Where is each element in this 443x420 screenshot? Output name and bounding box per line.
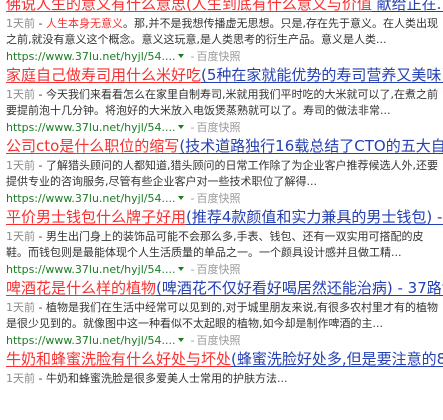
snapshot-link[interactable]: 百度快照	[196, 192, 240, 205]
search-result-item: 啤酒花是什么样的植物(啤酒花不仅好看好喝居然还能治病) - 37路博客 1天前 …	[6, 278, 443, 349]
result-title-link[interactable]: 公司cto是什么职位的缩写(技术道路独行16载总结了CTO的五大自我...	[6, 136, 443, 157]
result-title-link[interactable]: 平价男士钱包什么牌子好用(推荐4款颜值和实力兼具的男士钱包) - ...	[6, 207, 443, 228]
result-url[interactable]: https://www.37lu.net/hyjl/54....	[6, 121, 175, 134]
abstract-text: - 了解猎头顾问的人都知道,猎头顾问的日常工作除了为企业客户推荐候选人外,还要提…	[6, 159, 438, 188]
title-highlight: 啤酒花是什么样的植物	[6, 279, 157, 297]
result-title-link[interactable]: 家庭自己做寿司用什么米好吃(5种在家就能优势的寿司营养又美味) -	[6, 65, 443, 86]
title-rest: (技术道路独行16载总结了CTO的五大自我...	[179, 137, 443, 155]
result-abstract: 1天前 - 了解猎头顾问的人都知道,猎头顾问的日常工作除了为企业客户推荐候选人外…	[6, 158, 443, 190]
title-highlight: 平价男士钱包什么牌子好用	[6, 208, 187, 226]
separator: -	[190, 334, 195, 347]
result-url[interactable]: https://www.37lu.net/hyjl/54....	[6, 334, 175, 347]
abstract-text: - 牛奶和蜂蜜洗脸是很多爱美人士常用的护肤方法...	[35, 372, 288, 385]
snapshot-link[interactable]: 百度快照	[196, 50, 240, 63]
result-source-line: https://www.37lu.net/hyjl/54.... - 百度快照	[6, 49, 443, 64]
search-result-item: 平价男士钱包什么牌子好用(推荐4款颜值和实力兼具的男士钱包) - ... 1天前…	[6, 207, 443, 278]
chevron-down-icon[interactable]	[178, 196, 185, 200]
separator: -	[190, 263, 195, 276]
search-results-list: 佛说人生的意义有什么意思(人生到底有什么意义与价值 献给正在... 1天前 - …	[6, 0, 443, 420]
result-source-line: https://www.37lu.net/hyjl/54.... - 百度快照	[6, 120, 443, 135]
title-rest: 献给正在...	[376, 0, 443, 13]
separator: -	[190, 192, 195, 205]
result-url[interactable]: https://www.37lu.net/hyjl/54....	[6, 50, 175, 63]
abstract-text: -	[35, 17, 46, 30]
result-abstract: 1天前 - 人生本身无意义。那,并不是我想传播虚无思想。只是,存在先于意义。在人…	[6, 16, 443, 48]
title-highlight: 牛奶和蜂蜜洗脸有什么好处与坏处	[6, 350, 232, 368]
title-rest: (推荐4款颜值和实力兼具的男士钱包) - ...	[186, 208, 443, 226]
title-highlight: 家庭自己做寿司用什么米好吃	[6, 66, 202, 84]
result-title-link[interactable]: 牛奶和蜂蜜洗脸有什么好处与坏处(蜂蜜洗脸好处多,但是要注意的8个...	[6, 349, 443, 370]
result-time: 1天前	[6, 301, 35, 314]
result-time: 1天前	[6, 88, 35, 101]
result-abstract: 1天前 - 男生出门身上的装饰品可能不会那么多,手表、钱包、还有一双实用可搭配的…	[6, 229, 443, 261]
separator: -	[190, 50, 195, 63]
result-source-line: https://www.37lu.net/hyjl/54.... - 百度快照	[6, 333, 443, 348]
result-abstract: 1天前 - 今天我们来看看怎么在家里自制寿司,米就用我们平时吃的大米就可以了,在…	[6, 87, 443, 119]
result-title-link[interactable]: 佛说人生的意义有什么意思(人生到底有什么意义与价值 献给正在...	[6, 0, 443, 15]
title-rest: (啤酒花不仅好看好喝居然还能治病) - 37路博客	[156, 279, 443, 297]
result-title-link[interactable]: 啤酒花是什么样的植物(啤酒花不仅好看好喝居然还能治病) - 37路博客	[6, 278, 443, 299]
result-url[interactable]: https://www.37lu.net/hyjl/54....	[6, 263, 175, 276]
abstract-text: - 今天我们来看看怎么在家里自制寿司,米就用我们平时吃的大米就可以了,在煮之前要…	[6, 88, 438, 117]
chevron-down-icon[interactable]	[178, 125, 185, 129]
result-url[interactable]: https://www.37lu.net/hyjl/54....	[6, 192, 175, 205]
search-result-item: 佛说人生的意义有什么意思(人生到底有什么意义与价值 献给正在... 1天前 - …	[6, 0, 443, 65]
chevron-down-icon[interactable]	[178, 338, 185, 342]
result-time: 1天前	[6, 372, 35, 385]
chevron-down-icon[interactable]	[178, 267, 185, 271]
search-result-item: 公司cto是什么职位的缩写(技术道路独行16载总结了CTO的五大自我... 1天…	[6, 136, 443, 207]
search-result-item: 牛奶和蜂蜜洗脸有什么好处与坏处(蜂蜜洗脸好处多,但是要注意的8个... 1天前 …	[6, 349, 443, 420]
snapshot-link[interactable]: 百度快照	[196, 334, 240, 347]
snapshot-link[interactable]: 百度快照	[196, 121, 240, 134]
result-source-line: https://www.37lu.net/hyjl/54.... - 百度快照	[6, 262, 443, 277]
result-time: 1天前	[6, 159, 35, 172]
result-source-line: https://www.37lu.net/hyjl/54.... - 百度快照	[6, 191, 443, 206]
title-highlight: 公司cto是什么职位的缩写	[6, 137, 180, 155]
search-result-item: 家庭自己做寿司用什么米好吃(5种在家就能优势的寿司营养又美味) - 1天前 - …	[6, 65, 443, 136]
result-abstract: 1天前 - 植物是我们在生活中经常可以见到的,对于城里朋友来说,有很多农村里才有…	[6, 300, 443, 332]
result-time: 1天前	[6, 17, 35, 30]
separator: -	[190, 121, 195, 134]
title-highlight: 佛说人生的意义有什么意思(人生到底有什么意义与价值	[6, 0, 372, 13]
abstract-text: - 男生出门身上的装饰品可能不会那么多,手表、钱包、还有一双实用可搭配的皮鞋。而…	[6, 230, 424, 259]
result-time: 1天前	[6, 230, 35, 243]
abstract-highlight: 人生本身无意义	[45, 17, 123, 30]
abstract-text: - 植物是我们在生活中经常可以见到的,对于城里朋友来说,有很多农村里才有的植物是…	[6, 301, 438, 330]
title-rest: (5种在家就能优势的寿司营养又美味) -	[201, 66, 443, 84]
snapshot-link[interactable]: 百度快照	[196, 263, 240, 276]
result-abstract: 1天前 - 牛奶和蜂蜜洗脸是很多爱美人士常用的护肤方法...	[6, 371, 443, 403]
title-rest: (蜂蜜洗脸好处多,但是要注意的8个...	[231, 350, 443, 368]
chevron-down-icon[interactable]	[178, 54, 185, 58]
